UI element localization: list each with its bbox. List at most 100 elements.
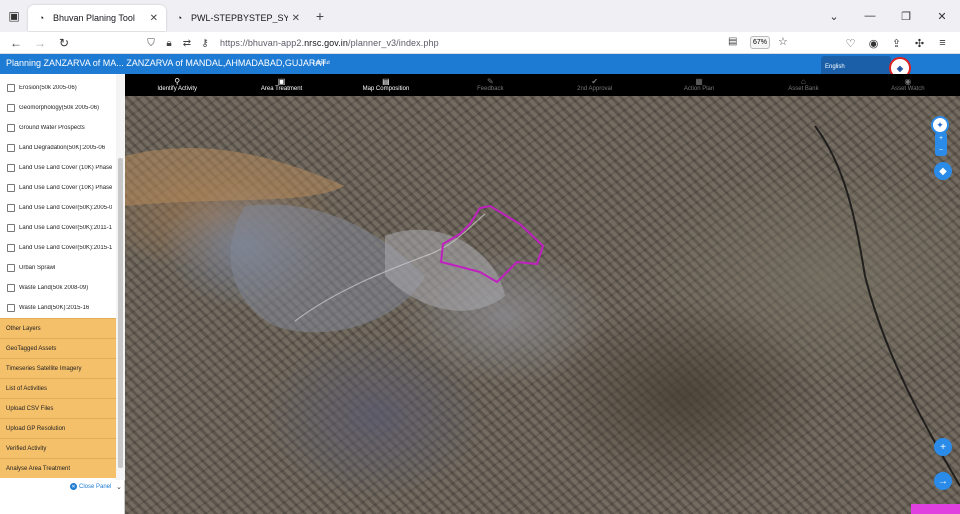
extensions-icon[interactable]: ✣ bbox=[908, 37, 931, 50]
layer-list: Erosion(50k 2005-06) Geomorphology(50k 2… bbox=[0, 74, 116, 514]
satellite-map[interactable] bbox=[125, 96, 960, 514]
layer-item[interactable]: Ground Water Prospects bbox=[0, 118, 116, 138]
layer-item[interactable]: Land Use Land Cover(50K):2011-1 bbox=[0, 218, 116, 238]
add-square-icon: ▣ bbox=[277, 77, 286, 86]
layer-panel: Erosion(50k 2005-06) Geomorphology(50k 2… bbox=[0, 74, 125, 514]
layer-checkbox[interactable] bbox=[7, 104, 15, 112]
key-icon[interactable]: ⚷ bbox=[196, 38, 214, 49]
toolbar-2nd-approval[interactable]: ✔ 2nd Approval bbox=[543, 74, 647, 96]
forward-icon[interactable]: → bbox=[28, 36, 52, 50]
chevron-down-icon[interactable]: ⌄ bbox=[116, 483, 122, 491]
section-other-layers[interactable]: Other Layers bbox=[0, 318, 116, 338]
close-tab-icon[interactable]: ✕ bbox=[292, 13, 300, 24]
back-icon[interactable]: ← bbox=[4, 36, 28, 50]
layer-item[interactable]: Geomorphology(50k 2005-06) bbox=[0, 98, 116, 118]
close-window-icon[interactable]: ✕ bbox=[924, 0, 960, 32]
add-icon[interactable]: + bbox=[934, 438, 952, 456]
tab-title: Bhuvan Planing Tool bbox=[53, 13, 135, 23]
zoom-out-icon[interactable]: − bbox=[939, 147, 943, 154]
browser-nav-bar: ← → ↻ ⛉ 🔒︎ ⇄ ⚷ https://bhuvan-app2.nrsc.… bbox=[0, 32, 960, 54]
layer-checkbox[interactable] bbox=[7, 84, 15, 92]
zoom-control[interactable]: + − bbox=[935, 132, 947, 156]
section-verified-activity[interactable]: Verified Activity bbox=[0, 438, 116, 458]
layer-item[interactable]: Land Use Land Cover (10K) Phase bbox=[0, 158, 116, 178]
section-upload-gp-resolution[interactable]: Upload GP Resolution bbox=[0, 418, 116, 438]
url-bar[interactable]: ⛉ 🔒︎ ⇄ ⚷ https://bhuvan-app2.nrsc.gov.in… bbox=[142, 32, 802, 54]
bookmark-star-icon[interactable]: ☆ bbox=[778, 35, 788, 48]
account-icon[interactable]: ◉ bbox=[862, 37, 885, 50]
zoom-level[interactable]: 67% bbox=[750, 36, 770, 49]
lock-icon[interactable]: 🔒︎ bbox=[160, 38, 178, 49]
layers-toggle-icon[interactable]: ◆ bbox=[934, 162, 952, 180]
close-panel-label: Close Panel bbox=[79, 483, 112, 490]
layer-checkbox[interactable] bbox=[7, 224, 15, 232]
toolbar-identify-activity[interactable]: ⚲ Identify Activity bbox=[125, 74, 229, 96]
toolbar-action-plan[interactable]: ▦ Action Plan bbox=[647, 74, 751, 96]
layer-item[interactable]: Land Degradation(50K):2005-06 bbox=[0, 138, 116, 158]
map-icon: ▤ bbox=[382, 77, 390, 86]
tab-overflow-icon[interactable]: ⌄ bbox=[816, 0, 852, 32]
layer-label: Geomorphology(50k 2005-06) bbox=[19, 105, 100, 111]
layer-checkbox[interactable] bbox=[7, 144, 15, 152]
section-timeseries-imagery[interactable]: Timeseries Satellite Imagery bbox=[0, 358, 116, 378]
zoom-in-icon[interactable]: + bbox=[939, 135, 943, 142]
menu-icon[interactable]: ≡ bbox=[931, 37, 954, 49]
toolbar-feedback[interactable]: ✎ Feedback bbox=[438, 74, 542, 96]
tab-title: PWL-STEPBYSTEP_SYMBOL.pdf bbox=[191, 13, 288, 23]
section-analyse-area-treatment[interactable]: Analyse Area Treatment bbox=[0, 458, 116, 478]
layer-item[interactable]: Erosion(50k 2005-06) bbox=[0, 78, 116, 98]
layer-item[interactable]: Land Use Land Cover (10K) Phase bbox=[0, 178, 116, 198]
reload-icon[interactable]: ↻ bbox=[52, 36, 76, 50]
section-list-of-activities[interactable]: List of Activities bbox=[0, 378, 116, 398]
close-circle-icon: ✕ bbox=[70, 483, 77, 490]
tab-list-icon[interactable]: ▣ bbox=[0, 0, 28, 32]
pocket-icon[interactable]: ♡ bbox=[839, 37, 862, 50]
arrow-right-icon[interactable]: → bbox=[934, 472, 952, 490]
new-tab-button[interactable]: + bbox=[308, 4, 332, 28]
layer-item[interactable]: Waste Land(50k 2008-09) bbox=[0, 278, 116, 298]
toolbar-map-composition[interactable]: ▤ Map Composition bbox=[334, 74, 438, 96]
tab-bhuvan[interactable]: ◔ Bhuvan Planing Tool ✕ bbox=[28, 5, 166, 31]
layer-label: Land Degradation(50K):2005-06 bbox=[19, 145, 106, 151]
toolbar-label: Asset Watch bbox=[891, 86, 925, 92]
layer-checkbox[interactable] bbox=[7, 264, 15, 272]
restore-icon[interactable]: ❐ bbox=[888, 0, 924, 32]
map-toolbar: ⚲ Identify Activity ▣ Area Treatment ▤ M… bbox=[125, 74, 960, 96]
highway-line bbox=[814, 125, 960, 487]
layer-checkbox[interactable] bbox=[7, 164, 15, 172]
shield-icon[interactable]: ⛉ bbox=[142, 38, 160, 49]
location-pin-icon: ⚲ bbox=[174, 77, 181, 86]
layer-label: Erosion(50k 2005-06) bbox=[19, 85, 77, 91]
close-tab-icon[interactable]: ✕ bbox=[150, 13, 158, 24]
toolbar-area-treatment[interactable]: ▣ Area Treatment bbox=[229, 74, 333, 96]
layer-label: Waste Land(50K):2015-16 bbox=[19, 305, 90, 311]
farmland-area bbox=[125, 147, 345, 206]
layer-item[interactable]: Waste Land(50K):2015-16 bbox=[0, 298, 116, 318]
layer-checkbox[interactable] bbox=[7, 304, 15, 312]
layer-item[interactable]: Land Use Land Cover(50K):2015-1 bbox=[0, 238, 116, 258]
layer-checkbox[interactable] bbox=[7, 124, 15, 132]
section-upload-csv[interactable]: Upload CSV Files bbox=[0, 398, 116, 418]
layer-label: Land Use Land Cover (10K) Phase bbox=[19, 185, 113, 191]
reader-view-icon[interactable]: ▤ bbox=[728, 36, 737, 47]
layer-checkbox[interactable] bbox=[7, 244, 15, 252]
layer-item[interactable]: Land Use Land Cover(50K):2005-0 bbox=[0, 198, 116, 218]
share-icon[interactable]: ⇪ bbox=[885, 37, 908, 50]
sidebar-scrollbar[interactable] bbox=[116, 74, 125, 480]
check-circle-icon: ✔ bbox=[591, 77, 599, 86]
layer-checkbox[interactable] bbox=[7, 184, 15, 192]
scrollbar-thumb[interactable] bbox=[118, 158, 123, 468]
tab-pdf[interactable]: ◔ PWL-STEPBYSTEP_SYMBOL.pdf ✕ bbox=[166, 5, 308, 31]
minimize-icon[interactable]: — bbox=[852, 0, 888, 32]
logout-link[interactable]: Logout bbox=[313, 60, 330, 66]
section-geotagged-assets[interactable]: GeoTagged Assets bbox=[0, 338, 116, 358]
close-panel-button[interactable]: ✕ Close Panel bbox=[70, 483, 111, 490]
layer-checkbox[interactable] bbox=[7, 284, 15, 292]
toolbar-asset-watch[interactable]: ◉ Asset Watch bbox=[856, 74, 960, 96]
layer-checkbox[interactable] bbox=[7, 204, 15, 212]
layer-item[interactable]: Urban Sprawl bbox=[0, 258, 116, 278]
permissions-icon[interactable]: ⇄ bbox=[178, 38, 196, 49]
layer-label: Land Use Land Cover(50K):2011-1 bbox=[19, 225, 112, 231]
toolbar-asset-bank[interactable]: ⌂ Asset Bank bbox=[751, 74, 855, 96]
layer-label: Land Use Land Cover (10K) Phase bbox=[19, 165, 113, 171]
